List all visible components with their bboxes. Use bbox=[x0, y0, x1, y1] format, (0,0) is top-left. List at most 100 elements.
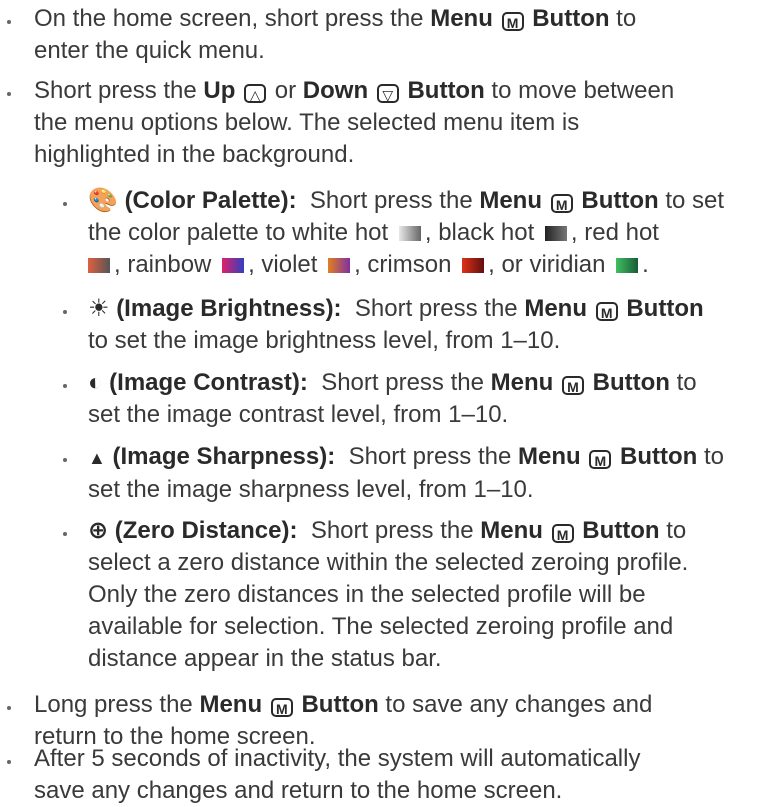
menu-label: Menu bbox=[479, 187, 543, 214]
text: , rainbow bbox=[114, 251, 219, 278]
item-home: On the home screen, short press the Menu… bbox=[34, 3, 754, 67]
bullet bbox=[63, 310, 67, 314]
text: Long press the bbox=[34, 691, 200, 718]
brightness-icon: ☀ bbox=[88, 295, 110, 322]
menu-label: Menu bbox=[199, 691, 263, 718]
menu-label: Menu bbox=[518, 443, 581, 470]
button-label: Button bbox=[626, 295, 704, 322]
item-timeout: After 5 seconds of inactivity, the syste… bbox=[34, 743, 764, 807]
down-button-icon: ▽ bbox=[376, 84, 399, 103]
menu-button-icon: M bbox=[589, 450, 612, 469]
item-sharpness-line1: ▲ (Image Sharpness): Short press the Men… bbox=[88, 441, 763, 474]
text: to save any changes and bbox=[378, 691, 653, 718]
menu-label: Menu bbox=[430, 5, 493, 32]
button-label: Button bbox=[592, 369, 670, 396]
bullet bbox=[7, 20, 11, 24]
item-zero-line2: select a zero distance within the select… bbox=[88, 549, 689, 576]
up-button-icon: △ bbox=[244, 84, 267, 103]
menu-button-icon: M bbox=[270, 698, 293, 717]
item-home-line1: On the home screen, short press the Menu… bbox=[34, 3, 754, 35]
button-label: Button bbox=[532, 5, 610, 32]
text: Short press the bbox=[335, 443, 518, 470]
item-zero-line5: distance appear in the status bar. bbox=[88, 645, 442, 672]
text: , crimson bbox=[354, 251, 459, 278]
item-longpress-line1: Long press the Menu M Button to save any… bbox=[34, 689, 754, 721]
text: Short press the bbox=[297, 517, 481, 544]
black-hot-swatch-icon bbox=[544, 226, 567, 241]
item-brightness: ☀ (Image Brightness): Short press the Me… bbox=[88, 293, 763, 357]
text: to bbox=[697, 443, 724, 470]
bullet bbox=[63, 458, 67, 462]
text: to bbox=[609, 5, 637, 32]
palette-icon: 🎨 bbox=[88, 187, 118, 214]
item-palette: 🎨 (Color Palette): Short press the Menu … bbox=[88, 185, 763, 281]
text: to set bbox=[658, 187, 725, 214]
item-brightness-line1: ☀ (Image Brightness): Short press the Me… bbox=[88, 293, 763, 325]
bullet bbox=[7, 706, 11, 710]
item-contrast-line1: ◐ (Image Contrast): Short press the Menu… bbox=[88, 367, 763, 399]
sharpness-icon: ▲ bbox=[88, 448, 106, 468]
red-hot-swatch-icon bbox=[88, 258, 110, 273]
button-label: Button bbox=[581, 187, 659, 214]
up-label: Up bbox=[203, 77, 236, 104]
white-hot-swatch-icon bbox=[398, 226, 421, 241]
item-nav-line2: the menu options below. The selected men… bbox=[34, 109, 580, 136]
brightness-label: (Image Brightness): bbox=[116, 295, 342, 322]
menu-label: Menu bbox=[524, 295, 587, 322]
zero-distance-label: (Zero Distance): bbox=[114, 517, 298, 544]
item-home-line2: enter the quick menu. bbox=[34, 37, 265, 64]
item-zero: ⊕ (Zero Distance): Short press the Menu … bbox=[88, 515, 763, 675]
text: Short press the bbox=[341, 295, 525, 322]
item-timeout-line2: save any changes and return to the home … bbox=[34, 777, 563, 804]
sharpness-label: (Image Sharpness): bbox=[112, 443, 336, 470]
button-label: Button bbox=[407, 77, 485, 104]
text: , violet bbox=[248, 251, 325, 278]
viridian-swatch-icon bbox=[616, 258, 639, 273]
button-label: Button bbox=[620, 443, 698, 470]
contrast-label: (Image Contrast): bbox=[109, 369, 308, 396]
text: to bbox=[659, 517, 687, 544]
rainbow-swatch-icon bbox=[222, 258, 245, 273]
menu-label: Menu bbox=[490, 369, 554, 396]
button-label: Button bbox=[582, 517, 660, 544]
text: On the home screen, short press the bbox=[34, 5, 431, 32]
item-palette-line1: 🎨 (Color Palette): Short press the Menu … bbox=[88, 185, 763, 217]
menu-button-icon: M bbox=[550, 194, 573, 213]
item-sharpness-line2: set the image sharpness level, from 1–10… bbox=[88, 476, 534, 503]
item-palette-line2: the color palette to white hot , black h… bbox=[88, 217, 763, 249]
bullet bbox=[63, 202, 67, 206]
item-nav: Short press the Up △ or Down ▽ Button to… bbox=[34, 75, 754, 171]
text: , red hot bbox=[570, 219, 659, 246]
item-palette-line3: , rainbow , violet , crimson , or viridi… bbox=[88, 249, 763, 281]
palette-label: (Color Palette): bbox=[124, 187, 297, 214]
item-contrast: ◐ (Image Contrast): Short press the Menu… bbox=[88, 367, 763, 431]
down-label: Down bbox=[302, 77, 369, 104]
menu-button-icon: M bbox=[595, 302, 618, 321]
item-zero-line3: Only the zero distances in the selected … bbox=[88, 581, 646, 608]
item-zero-line4: available for selection. The selected ze… bbox=[88, 613, 674, 640]
item-nav-line3: highlighted in the background. bbox=[34, 141, 355, 168]
violet-swatch-icon bbox=[328, 258, 351, 273]
button-label: Button bbox=[301, 691, 379, 718]
item-timeout-line1: After 5 seconds of inactivity, the syste… bbox=[34, 745, 641, 772]
text: the color palette to white hot bbox=[88, 219, 395, 246]
menu-button-icon: M bbox=[551, 524, 574, 543]
bullet bbox=[7, 92, 11, 96]
menu-button-icon: M bbox=[501, 12, 524, 31]
menu-label: Menu bbox=[480, 517, 543, 544]
text: Short press the bbox=[296, 187, 480, 214]
item-brightness-line2: to set the image brightness level, from … bbox=[88, 327, 561, 354]
text: Short press the bbox=[307, 369, 491, 396]
bullet bbox=[63, 532, 67, 536]
zero-distance-icon: ⊕ bbox=[88, 517, 109, 544]
text: Short press the bbox=[34, 77, 204, 104]
menu-button-icon: M bbox=[561, 376, 584, 395]
bullet bbox=[63, 384, 67, 388]
contrast-icon: ◐ bbox=[88, 369, 103, 396]
item-sharpness: ▲ (Image Sharpness): Short press the Men… bbox=[88, 441, 763, 506]
text: , black hot bbox=[424, 219, 541, 246]
item-contrast-line2: set the image contrast level, from 1–10. bbox=[88, 401, 509, 428]
text: , or viridian bbox=[488, 251, 613, 278]
bullet bbox=[7, 760, 11, 764]
text: to bbox=[669, 369, 697, 396]
